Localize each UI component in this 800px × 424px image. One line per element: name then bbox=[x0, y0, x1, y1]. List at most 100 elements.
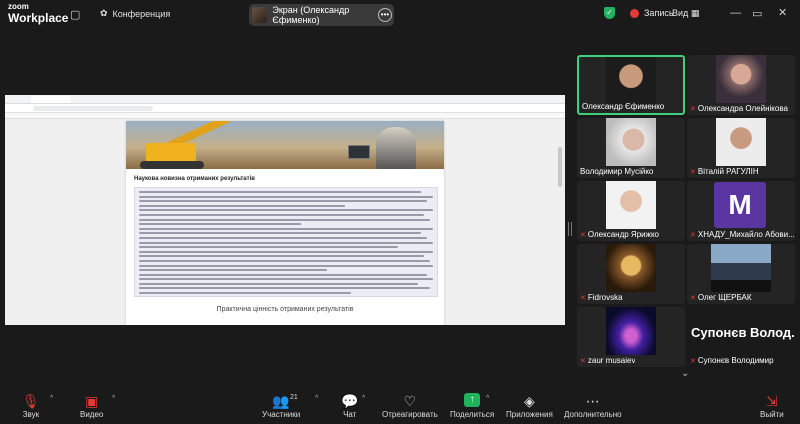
apps-label: Приложения bbox=[506, 410, 553, 419]
document-text-line bbox=[139, 241, 433, 244]
panel-resize-handle[interactable] bbox=[568, 222, 572, 236]
zoom-window: zoom Workplace ▢ ✿ Конференция Экран (Ол… bbox=[0, 0, 800, 424]
document-text-line bbox=[139, 236, 428, 239]
logo-line2: Workplace bbox=[8, 11, 69, 25]
document-text-line bbox=[139, 264, 433, 267]
participant-video bbox=[606, 307, 656, 355]
share-arrow-icon: ↑ bbox=[464, 393, 481, 407]
document-text-line bbox=[139, 292, 351, 295]
view-grid-icon: ▦ bbox=[690, 8, 700, 18]
participant-name-text: Олександр Єфименко bbox=[582, 102, 665, 111]
more-button[interactable]: ⋯ Дополнительно bbox=[564, 393, 622, 419]
chat-icon: 💬 bbox=[341, 393, 359, 409]
share-options-caret-icon[interactable]: ^ bbox=[486, 395, 489, 402]
participants-options-caret-icon[interactable]: ^ bbox=[315, 395, 318, 402]
mic-off-icon: ✕ bbox=[580, 231, 586, 239]
participant-video bbox=[606, 181, 656, 229]
window-icon[interactable]: ▢ bbox=[70, 8, 80, 21]
more-dots-icon: ⋯ bbox=[585, 393, 600, 409]
participant-name-text: Олександра Олейнікова bbox=[697, 104, 788, 113]
participant-tile[interactable]: ✕ Олег ЩЕРБАК bbox=[687, 244, 795, 304]
participant-name: ✕ Віталій РАГУЛІН bbox=[690, 167, 759, 176]
apps-button[interactable]: ◈ Приложения bbox=[506, 393, 553, 419]
document-text-line bbox=[139, 218, 431, 221]
participant-video bbox=[716, 118, 766, 166]
video-button[interactable]: ▣ Видео bbox=[80, 393, 103, 419]
document-scrollbar[interactable] bbox=[558, 147, 562, 187]
more-label: Дополнительно bbox=[564, 410, 622, 419]
participant-video bbox=[716, 55, 766, 103]
participant-tile[interactable]: M ✕ ХНАДУ_Михайло Абови... bbox=[687, 181, 795, 241]
audio-options-caret-icon[interactable]: ^ bbox=[50, 395, 53, 402]
scroll-down-chevron-icon[interactable]: ⌄ bbox=[681, 368, 689, 379]
leave-button[interactable]: ⇲ Выйти bbox=[760, 393, 784, 419]
conference-button[interactable]: ✿ Конференция bbox=[100, 8, 170, 19]
participant-name-text: Fidrovska bbox=[587, 293, 623, 302]
maximize-icon[interactable]: ▭ bbox=[752, 7, 762, 20]
document-text-line bbox=[139, 209, 433, 212]
security-shield-icon[interactable]: ✓ bbox=[604, 7, 615, 19]
view-label: Вид bbox=[672, 8, 689, 18]
participant-name: ✕ Олександра Олейнікова bbox=[690, 104, 788, 113]
participant-name-text: Віталій РАГУЛІН bbox=[697, 167, 759, 176]
chat-button[interactable]: 💬 Чат bbox=[341, 393, 358, 419]
mic-muted-icon: 🎙 bbox=[22, 393, 40, 409]
participant-tile[interactable]: ✕ zaur musaiev bbox=[577, 307, 685, 367]
document-text-line bbox=[139, 282, 419, 285]
presenter-avatar bbox=[252, 7, 268, 23]
view-button[interactable]: Вид ▦ bbox=[672, 8, 699, 19]
audio-button[interactable]: 🎙 Звук bbox=[22, 393, 40, 419]
participant-tile[interactable]: ✕ Fidrovska bbox=[577, 244, 685, 304]
record-label[interactable]: Запись bbox=[644, 8, 674, 18]
mic-off-icon: ✕ bbox=[690, 294, 696, 302]
video-options-caret-icon[interactable]: ^ bbox=[112, 395, 115, 402]
participant-tile[interactable]: ✕ Віталій РАГУЛІН bbox=[687, 118, 795, 178]
document-text-line bbox=[139, 232, 422, 235]
audio-label: Звук bbox=[22, 410, 40, 419]
participant-name-text: ХНАДУ_Михайло Абови... bbox=[697, 230, 794, 239]
participant-tile[interactable]: Володимир Мусійко bbox=[577, 118, 685, 178]
record-dot-icon bbox=[630, 8, 639, 18]
participant-tile[interactable]: ✕ Олександра Олейнікова bbox=[687, 55, 795, 115]
participant-tile[interactable]: ✕ Олександр Ярижко bbox=[577, 181, 685, 241]
screen-label: Экран (Олександр Єфименко) bbox=[272, 5, 350, 25]
participant-name: Олександр Єфименко bbox=[582, 102, 664, 111]
chat-options-caret-icon[interactable]: ^ bbox=[362, 395, 365, 402]
participant-avatar: M bbox=[714, 182, 766, 228]
section-title: Наукова новизна отриманих результатів bbox=[134, 176, 255, 182]
document-text-line bbox=[139, 278, 433, 281]
react-label: Отреагировать bbox=[382, 410, 438, 419]
share-label: Поделиться bbox=[450, 410, 495, 419]
zoom-logo: zoom Workplace bbox=[8, 3, 69, 25]
browser-tabbar bbox=[5, 95, 565, 104]
record-area: ✓ Запись bbox=[604, 7, 674, 19]
participant-tile[interactable]: Супонєв Волод... ✕ Супонєв Володимир bbox=[687, 307, 795, 367]
screen-share-indicator[interactable]: Экран (Олександр Єфименко) ••• bbox=[249, 4, 394, 26]
mic-off-icon: ✕ bbox=[580, 294, 586, 302]
participant-tile[interactable]: Олександр Єфименко bbox=[577, 55, 685, 115]
apps-icon: ◈ bbox=[524, 393, 535, 409]
mic-off-icon: ✕ bbox=[690, 231, 696, 239]
document-text-line bbox=[139, 213, 425, 216]
document-text-line bbox=[139, 204, 345, 207]
participants-count: 21 bbox=[290, 394, 298, 401]
document-text-block bbox=[134, 187, 438, 297]
document-text-line bbox=[139, 200, 428, 203]
document-text-line bbox=[139, 273, 428, 276]
address-input[interactable] bbox=[33, 106, 153, 111]
document-text-line bbox=[139, 246, 398, 249]
shared-screen[interactable]: Наукова новизна отриманих результатів Пр… bbox=[5, 95, 565, 325]
mic-off-icon: ✕ bbox=[690, 105, 696, 113]
close-icon[interactable]: ✕ bbox=[778, 6, 787, 19]
participant-video bbox=[711, 244, 771, 292]
participant-video bbox=[606, 57, 656, 105]
mic-off-icon: ✕ bbox=[690, 168, 696, 176]
browser-tab[interactable] bbox=[31, 96, 71, 103]
minimize-icon[interactable]: — bbox=[730, 7, 741, 19]
more-options-icon[interactable]: ••• bbox=[378, 8, 392, 22]
document-text-line bbox=[139, 269, 328, 272]
participants-label: Участники bbox=[262, 410, 301, 419]
react-button[interactable]: ♡ Отреагировать bbox=[382, 393, 438, 419]
document-text-line bbox=[139, 287, 431, 290]
participant-video bbox=[606, 244, 656, 292]
